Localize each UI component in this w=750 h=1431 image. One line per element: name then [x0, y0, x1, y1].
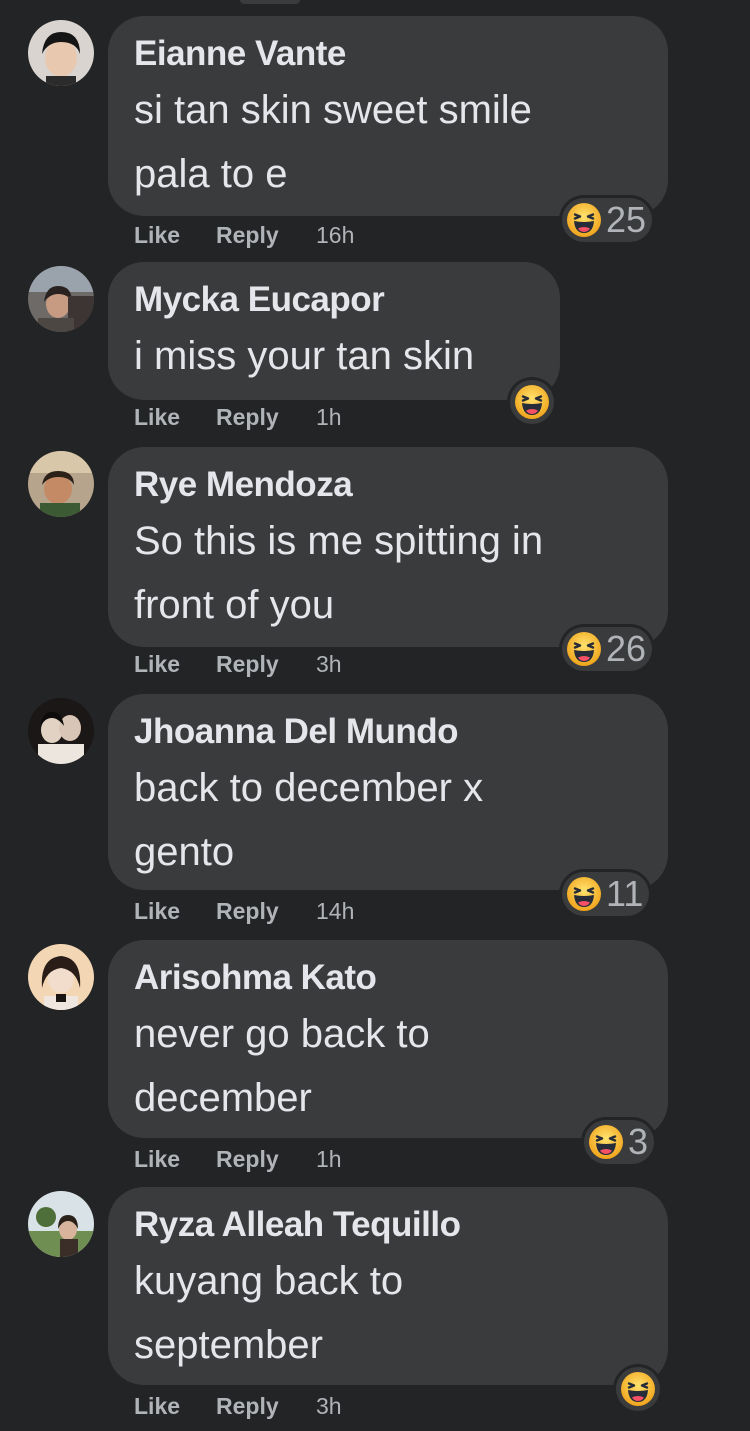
reaction-count: 25 [606, 199, 647, 240]
comment-bubble: Arisohma Kato never go back to december [108, 940, 668, 1138]
comment-bubble: Mycka Eucapor i miss your tan skin [108, 262, 560, 400]
avatar[interactable] [28, 451, 94, 517]
reply-button[interactable]: Reply [216, 898, 316, 925]
comment-text-line: back to december x [134, 766, 484, 810]
reaction-count: 11 [606, 873, 644, 914]
comment-bubble: Eianne Vante si tan skin sweet smile pal… [108, 16, 668, 216]
comment-actions: Like Reply 3h [134, 1393, 342, 1420]
comment-text-line: never go back to [134, 1012, 430, 1056]
comment-bubble: Rye Mendoza So this is me spitting in fr… [108, 447, 668, 647]
reaction-summary[interactable] [510, 380, 554, 424]
haha-emoji-icon [588, 1124, 624, 1160]
like-button[interactable]: Like [134, 222, 216, 249]
comment-actions: Like Reply 1h [134, 404, 342, 431]
reply-button[interactable]: Reply [216, 404, 316, 431]
avatar[interactable] [28, 266, 94, 332]
avatar[interactable] [28, 944, 94, 1010]
comment-timestamp[interactable]: 3h [316, 1393, 342, 1420]
comment-text-line: september [134, 1323, 323, 1367]
like-button[interactable]: Like [134, 1393, 216, 1420]
haha-emoji-icon [566, 202, 602, 238]
haha-emoji-icon [620, 1371, 656, 1407]
comment-actions: Like Reply 16h [134, 222, 354, 249]
reply-button[interactable]: Reply [216, 222, 316, 249]
reaction-count: 3 [628, 1121, 649, 1162]
comment-timestamp[interactable]: 3h [316, 651, 342, 678]
comment-author[interactable]: Ryza Alleah Tequillo [134, 1205, 642, 1245]
comment-text-line: front of you [134, 583, 335, 627]
comment-text-line: i miss your tan skin [134, 334, 475, 378]
comment-text-line: pala to e [134, 152, 288, 196]
reply-button[interactable]: Reply [216, 1146, 316, 1173]
comment-actions: Like Reply 1h [134, 1146, 342, 1173]
comment-text-line: si tan skin sweet smile [134, 88, 532, 132]
comment-text-line: kuyang back to [134, 1259, 404, 1303]
comment-timestamp[interactable]: 1h [316, 404, 342, 431]
reaction-summary[interactable]: 11 [562, 872, 650, 916]
comment-author[interactable]: Rye Mendoza [134, 465, 642, 505]
comment-author[interactable]: Jhoanna Del Mundo [134, 712, 642, 752]
comment-timestamp[interactable]: 14h [316, 898, 354, 925]
reaction-summary[interactable]: 3 [584, 1120, 655, 1164]
haha-emoji-icon [566, 631, 602, 667]
comment-bubble: Jhoanna Del Mundo back to december x gen… [108, 694, 668, 890]
comment-timestamp[interactable]: 16h [316, 222, 354, 249]
comment-actions: Like Reply 3h [134, 651, 342, 678]
comment-author[interactable]: Eianne Vante [134, 34, 642, 74]
like-button[interactable]: Like [134, 651, 216, 678]
previous-comment-edge [240, 0, 300, 4]
reaction-summary[interactable] [616, 1367, 660, 1411]
avatar[interactable] [28, 1191, 94, 1257]
like-button[interactable]: Like [134, 898, 216, 925]
comment-author[interactable]: Mycka Eucapor [134, 280, 534, 320]
avatar[interactable] [28, 698, 94, 764]
comment-timestamp[interactable]: 1h [316, 1146, 342, 1173]
comment-text-line: gento [134, 830, 235, 874]
comment-author[interactable]: Arisohma Kato [134, 958, 642, 998]
avatar[interactable] [28, 20, 94, 86]
reaction-summary[interactable]: 25 [562, 198, 653, 242]
comment-text-line: So this is me spitting in [134, 519, 544, 563]
haha-emoji-icon [514, 384, 550, 420]
comment-text-line: december [134, 1076, 312, 1120]
haha-emoji-icon [566, 876, 602, 912]
reaction-count: 26 [606, 628, 647, 669]
reply-button[interactable]: Reply [216, 651, 316, 678]
like-button[interactable]: Like [134, 404, 216, 431]
like-button[interactable]: Like [134, 1146, 216, 1173]
comment-bubble: Ryza Alleah Tequillo kuyang back to sept… [108, 1187, 668, 1385]
reply-button[interactable]: Reply [216, 1393, 316, 1420]
reaction-summary[interactable]: 26 [562, 627, 653, 671]
comment-actions: Like Reply 14h [134, 898, 354, 925]
